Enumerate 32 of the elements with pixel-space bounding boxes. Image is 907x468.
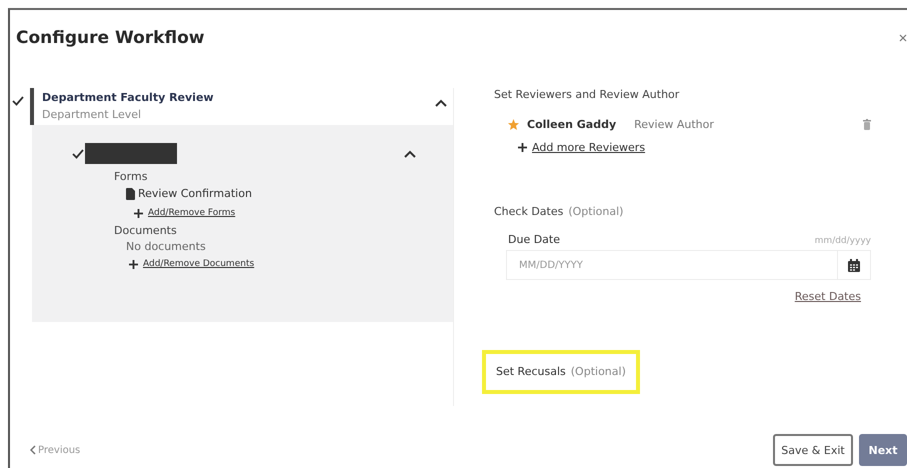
trash-icon[interactable] xyxy=(863,119,871,130)
date-field[interactable]: MM/DD/YYYY xyxy=(506,250,837,280)
reviewer-role: Review Author xyxy=(634,118,714,131)
stage-title: Department Faculty Review xyxy=(42,91,215,104)
document-icon xyxy=(126,188,135,200)
section-heading: Set Recusals xyxy=(496,365,566,378)
close-icon xyxy=(899,33,907,43)
chevron-left-icon xyxy=(30,445,36,455)
optional-label: (Optional) xyxy=(570,365,626,378)
section-heading: Set Reviewers and Review Author xyxy=(494,88,680,101)
reviewer-name: Colleen Gaddy xyxy=(527,118,616,131)
add-remove-forms-link[interactable]: Add/Remove Forms xyxy=(148,208,236,218)
next-button[interactable]: Next xyxy=(859,434,907,466)
date-format-hint: mm/dd/yyyy xyxy=(814,236,871,246)
save-exit-button[interactable]: Save & Exit xyxy=(773,434,853,466)
optional-label: (Optional) xyxy=(568,205,624,218)
plus-icon xyxy=(134,208,143,218)
form-name: Review Confirmation xyxy=(138,187,252,200)
plus-icon xyxy=(129,260,138,268)
reset-dates-link[interactable]: Reset Dates xyxy=(794,290,861,303)
section-heading: Check Dates xyxy=(494,205,564,218)
empty-text: No documents xyxy=(126,240,207,253)
add-remove-documents-link[interactable]: Add/Remove Documents xyxy=(143,259,254,269)
stage-subtitle: Department Level xyxy=(42,108,142,121)
calendar-button[interactable] xyxy=(837,250,871,280)
calendar-icon xyxy=(848,258,860,272)
section-heading: Documents xyxy=(114,224,178,237)
section-heading: Forms xyxy=(114,170,148,183)
field-label: Due Date xyxy=(508,233,560,246)
add-reviewers-link[interactable]: Add more Reviewers xyxy=(532,141,646,154)
plus-icon xyxy=(518,143,527,152)
window-title: Configure Workflow xyxy=(16,28,206,48)
